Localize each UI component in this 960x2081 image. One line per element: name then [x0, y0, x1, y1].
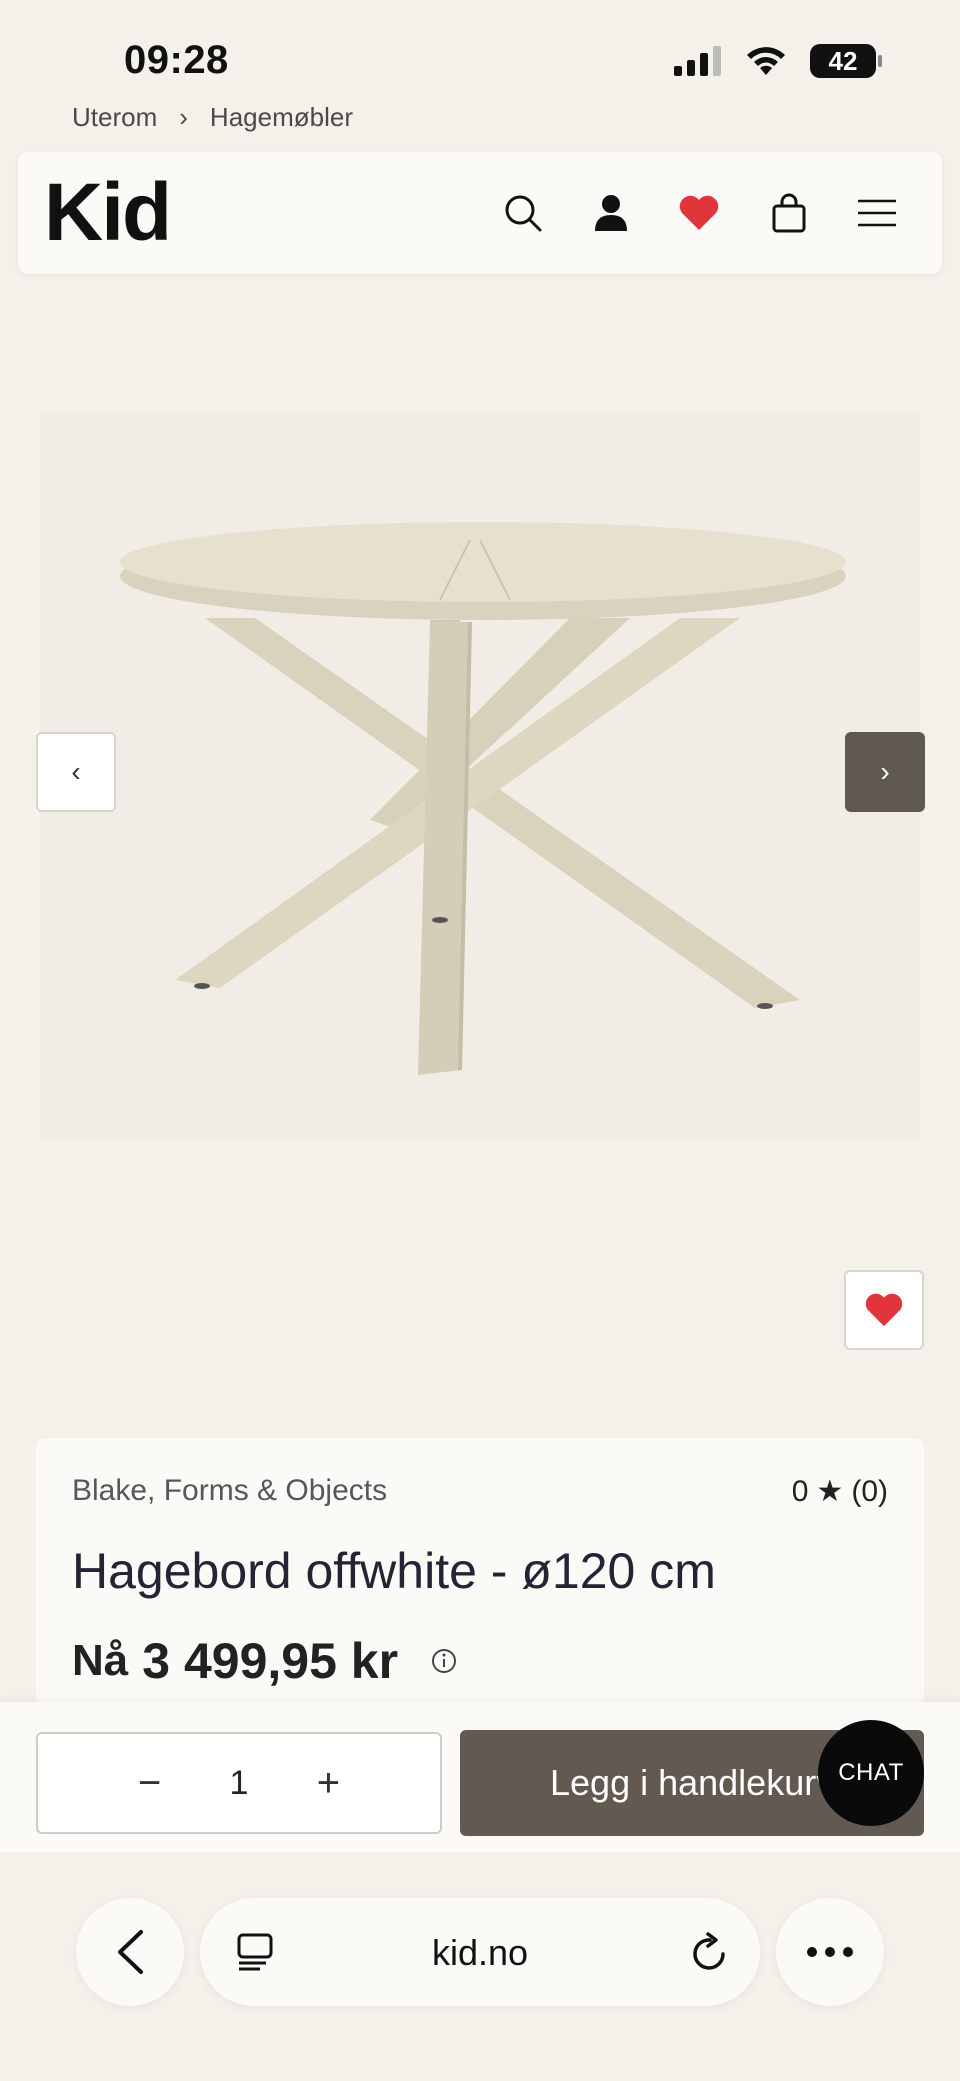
- product-brand[interactable]: Blake, Forms & Objects: [72, 1474, 387, 1508]
- breadcrumb-item-uterom[interactable]: Uterom: [72, 102, 157, 133]
- browser-more-button[interactable]: [776, 1898, 884, 2006]
- quantity-value[interactable]: 1: [230, 1764, 249, 1803]
- more-icon: [807, 1947, 853, 1957]
- breadcrumb-separator: ›: [179, 102, 188, 132]
- product-title: Hagebord offwhite - ø120 cm: [72, 1543, 716, 1599]
- price-value: 3 499,95 kr: [142, 1633, 399, 1689]
- site-header: Kid: [18, 152, 942, 274]
- info-icon[interactable]: [430, 1647, 458, 1675]
- quantity-stepper: − 1 +: [36, 1732, 442, 1834]
- status-icons: 42: [674, 44, 882, 78]
- breadcrumb-item-hagemobler[interactable]: Hagemøbler: [210, 102, 353, 133]
- chevron-left-icon: [118, 1930, 143, 1974]
- browser-toolbar: kid.no: [0, 1852, 960, 2081]
- heart-icon[interactable]: [674, 188, 724, 238]
- breadcrumb: Uterom › Hagemøbler: [72, 102, 353, 133]
- price-label: Nå: [72, 1636, 129, 1685]
- quantity-increase-button[interactable]: +: [308, 1761, 348, 1806]
- star-icon: ★: [816, 1475, 844, 1508]
- chat-button[interactable]: CHAT: [818, 1720, 924, 1826]
- battery-icon: 42: [810, 44, 882, 78]
- next-image-button[interactable]: ›: [845, 732, 925, 812]
- product-rating[interactable]: 0 ★ (0): [792, 1474, 888, 1509]
- price-row: Nå 3 499,95 kr: [72, 1632, 458, 1690]
- prev-image-button[interactable]: ‹: [36, 732, 116, 812]
- heart-icon: [865, 1293, 903, 1327]
- action-bar: − 1 + Legg i handlekurv: [0, 1702, 960, 1852]
- wifi-icon: [747, 47, 785, 75]
- bag-icon[interactable]: [764, 188, 814, 238]
- user-icon[interactable]: [586, 188, 636, 238]
- signal-icon: [674, 46, 721, 76]
- rating-count: (0): [851, 1474, 888, 1508]
- rating-value: 0: [791, 1474, 809, 1508]
- search-icon[interactable]: [498, 188, 548, 238]
- address-bar[interactable]: kid.no: [200, 1898, 760, 2006]
- status-time: 09:28: [124, 38, 229, 82]
- favorite-button[interactable]: [844, 1270, 924, 1350]
- menu-icon[interactable]: [852, 188, 902, 238]
- browser-back-button[interactable]: [76, 1898, 184, 2006]
- product-info-card: Blake, Forms & Objects 0 ★ (0) Hagebord …: [36, 1438, 924, 1738]
- kid-logo[interactable]: Kid: [44, 166, 172, 260]
- quantity-decrease-button[interactable]: −: [130, 1761, 170, 1806]
- reload-icon[interactable]: [690, 1932, 730, 1974]
- product-image[interactable]: [40, 410, 920, 1140]
- url-text[interactable]: kid.no: [200, 1932, 760, 1974]
